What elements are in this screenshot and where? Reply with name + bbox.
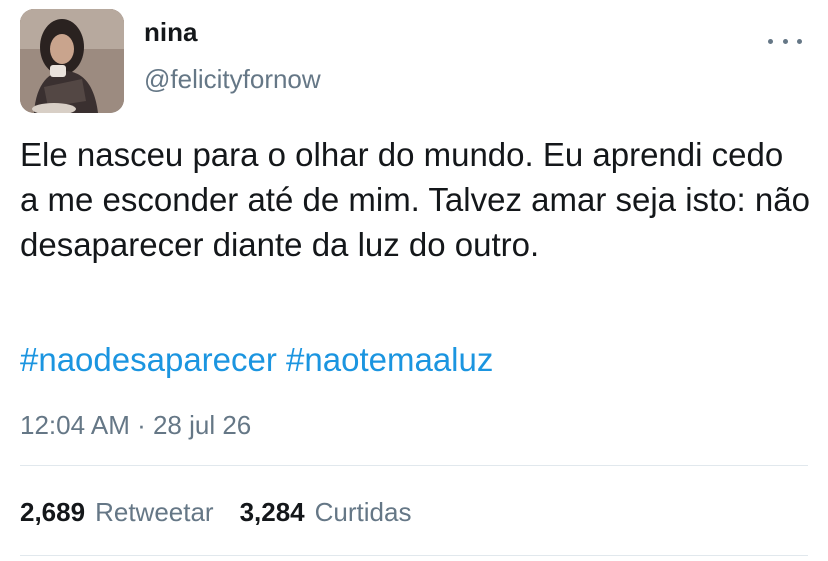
- more-horizontal-icon[interactable]: [768, 28, 802, 54]
- likes-label: Curtidas: [314, 497, 412, 527]
- likes-count: 3,284: [239, 497, 305, 527]
- hashtag-link[interactable]: #naotemaaluz: [286, 341, 493, 378]
- avatar[interactable]: [20, 9, 124, 113]
- retweets-label: Retweetar: [95, 497, 214, 527]
- tweet: nina @felicityfornow Ele nasceu para o o…: [0, 0, 828, 561]
- tweet-text: Ele nasceu para o olhar do mundo. Eu apr…: [20, 136, 810, 263]
- retweets-stat[interactable]: 2,689 Retweetar: [20, 495, 214, 529]
- divider: [20, 555, 808, 556]
- dot: [768, 38, 773, 44]
- likes-stat[interactable]: 3,284 Curtidas: [240, 495, 412, 529]
- retweets-count: 2,689: [20, 497, 86, 527]
- dot: [782, 38, 788, 44]
- hashtag-link[interactable]: #naodesaparecer: [20, 341, 277, 378]
- user-name[interactable]: nina: [144, 16, 197, 48]
- dot: [797, 38, 802, 44]
- timestamp[interactable]: 12:04 AM · 28 jul 26: [20, 407, 251, 443]
- tweet-stats: 2,689 Retweetar 3,284 Curtidas: [20, 495, 437, 529]
- user-handle[interactable]: @felicityfornow: [144, 63, 321, 95]
- divider: [20, 465, 808, 466]
- hashtags: #naodesaparecer #naotemaaluz: [20, 337, 493, 382]
- avatar-photo: [20, 9, 124, 113]
